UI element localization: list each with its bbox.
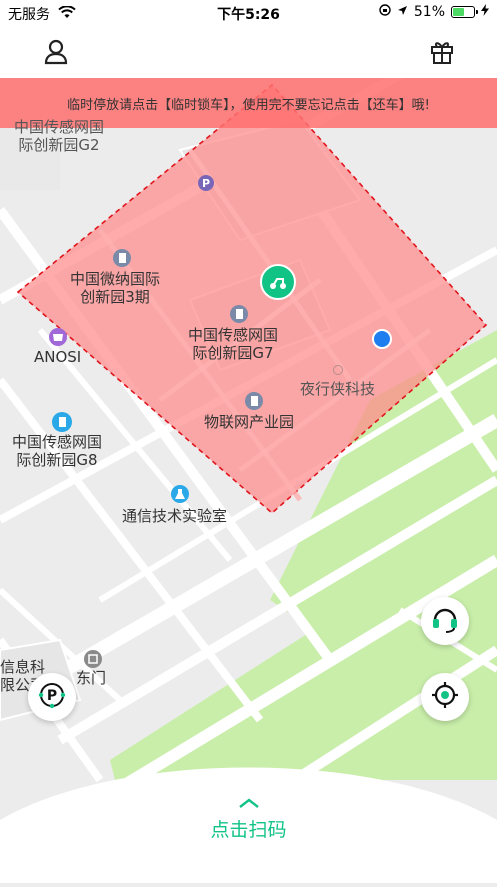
locate-icon xyxy=(430,680,460,714)
charging-icon xyxy=(481,4,489,20)
poi-label-iot[interactable]: 物联网产业园 xyxy=(204,413,294,431)
poi-label-g2[interactable]: 中国传感网国 际创新园G2 xyxy=(14,118,104,154)
headset-icon xyxy=(429,603,461,639)
status-bar: 无服务 下午5:26 51% xyxy=(0,0,497,26)
building-icon xyxy=(52,412,72,432)
poi-label-yexingxia[interactable]: 夜行侠科技 xyxy=(300,380,375,398)
top-nav xyxy=(0,26,497,78)
battery-icon xyxy=(451,6,478,18)
gift-icon[interactable] xyxy=(428,38,456,66)
poi-label-g8[interactable]: 中国传感网国 际创新园G8 xyxy=(12,433,102,469)
rotation-lock-icon xyxy=(379,4,391,20)
notice-text: 临时停放请点击【临时锁车】，使用完不要忘记点击【还车】哦! xyxy=(67,97,430,113)
poi-label-anosi[interactable]: ANOSI xyxy=(34,348,81,366)
parking-icon: P xyxy=(36,679,68,715)
parking-poi-icon[interactable]: P xyxy=(198,175,214,191)
poi-label-nano[interactable]: 中国微纳国际 创新园3期 xyxy=(70,270,160,306)
poi-label-east-gate[interactable]: 东门 xyxy=(76,669,106,687)
building-icon xyxy=(245,392,263,410)
gate-icon xyxy=(84,650,102,668)
svg-text:P: P xyxy=(202,177,210,190)
poi-label-g7[interactable]: 中国传感网国 际创新园G7 xyxy=(188,326,278,362)
locate-button[interactable] xyxy=(421,673,469,721)
building-icon xyxy=(230,305,248,323)
chevron-up-icon[interactable] xyxy=(237,795,261,814)
bike-station-icon[interactable] xyxy=(260,264,296,300)
poi-label-lab[interactable]: 通信技术实验室 xyxy=(122,507,227,525)
svg-text:P: P xyxy=(47,688,57,704)
shop-icon xyxy=(49,328,67,346)
parking-spot-button[interactable]: P xyxy=(28,673,76,721)
user-icon[interactable] xyxy=(42,38,70,66)
location-arrow-icon xyxy=(397,4,408,20)
scan-button[interactable]: 点击扫码 xyxy=(0,815,497,842)
battery-percent: 51% xyxy=(413,4,445,20)
lab-icon xyxy=(171,485,189,503)
poi-dot-icon xyxy=(333,365,343,375)
user-location-icon xyxy=(372,329,392,349)
building-icon xyxy=(113,249,131,267)
customer-service-button[interactable] xyxy=(421,597,469,645)
